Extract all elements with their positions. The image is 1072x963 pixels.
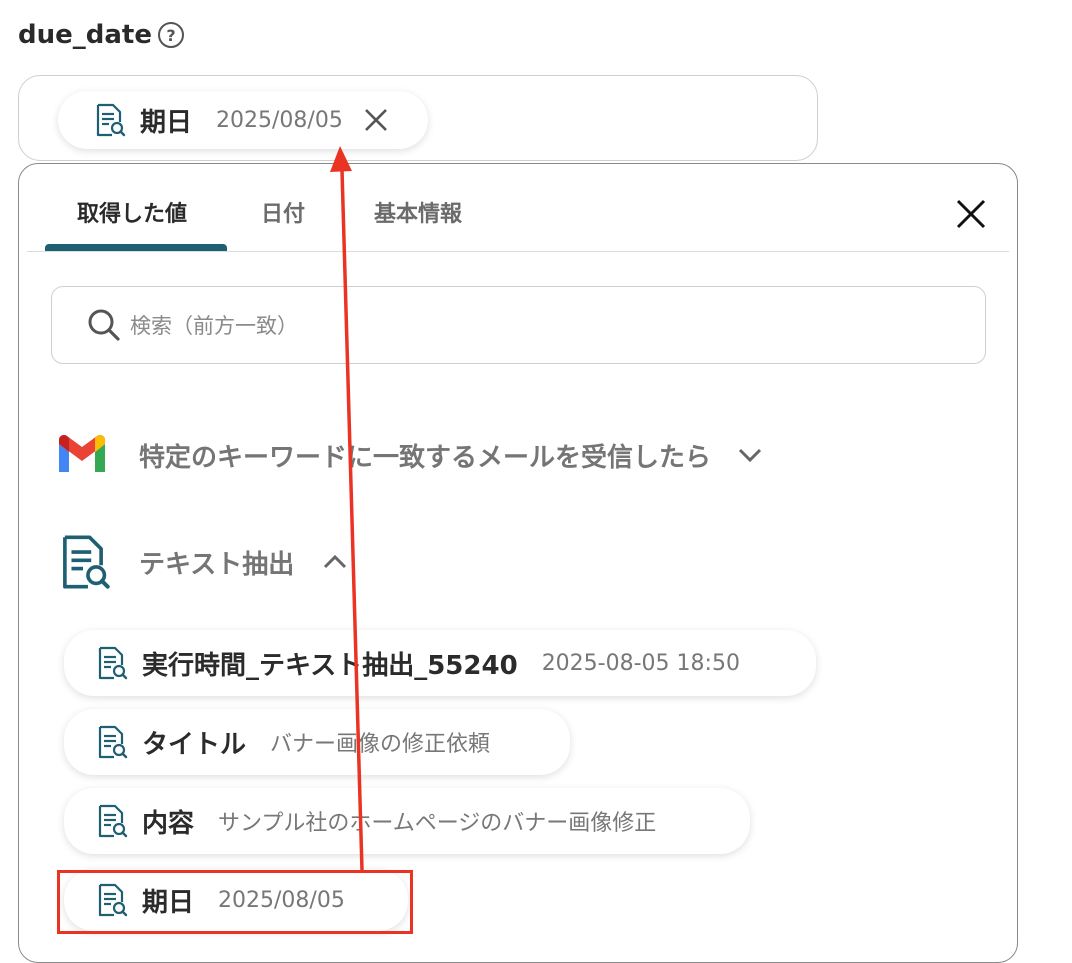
annotation-arrow (330, 146, 364, 871)
